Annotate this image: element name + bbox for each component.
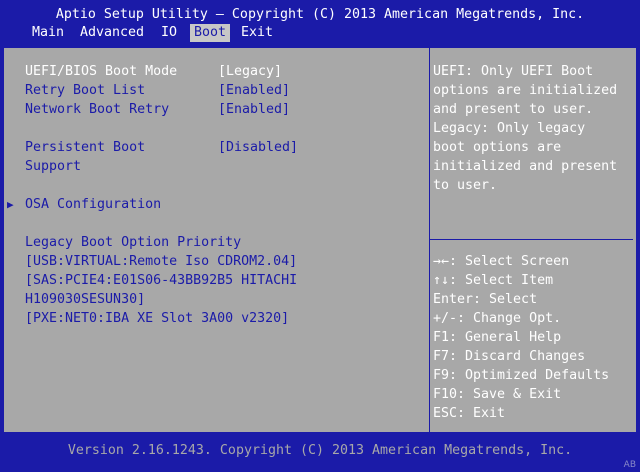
help-text-line: and present to user. bbox=[433, 102, 594, 117]
key-help-select-screen: →←: Select Screen bbox=[433, 254, 570, 269]
help-text-line: options are initialized bbox=[433, 83, 618, 98]
key-help-change-opt: +/-: Change Opt. bbox=[433, 311, 562, 326]
help-text-line: to user. bbox=[433, 178, 498, 193]
help-text-line: Legacy: Only legacy bbox=[433, 121, 586, 136]
osa-configuration-link[interactable]: OSA Configuration bbox=[25, 195, 161, 214]
uefi-bios-boot-mode-label[interactable]: UEFI/BIOS Boot Mode bbox=[25, 62, 177, 81]
retry-boot-list-value[interactable]: [Enabled] bbox=[218, 81, 290, 100]
setup-panel: UEFI/BIOS Boot Mode [Legacy] Retry Boot … bbox=[4, 48, 636, 432]
network-boot-retry-value[interactable]: [Enabled] bbox=[218, 100, 290, 119]
version-footer: Version 2.16.1243. Copyright (C) 2013 Am… bbox=[67, 443, 573, 458]
menu-main[interactable]: Main bbox=[32, 24, 64, 42]
network-boot-retry-label[interactable]: Network Boot Retry bbox=[25, 100, 169, 119]
persistent-boot-label[interactable]: Persistent Boot bbox=[25, 138, 145, 157]
help-text-line: UEFI: Only UEFI Boot bbox=[433, 64, 594, 79]
help-text-line: boot options are bbox=[433, 140, 562, 155]
key-help-f1: F1: General Help bbox=[433, 330, 562, 345]
key-help-enter: Enter: Select bbox=[433, 292, 538, 307]
key-help-f10: F10: Save & Exit bbox=[433, 387, 562, 402]
menu-io[interactable]: IO bbox=[161, 24, 177, 42]
menu-boot[interactable]: Boot bbox=[190, 24, 231, 42]
persistent-boot-value[interactable]: [Disabled] bbox=[218, 138, 298, 157]
menu-exit[interactable]: Exit bbox=[241, 24, 273, 42]
legacy-boot-option[interactable]: [SAS:PCIE4:E01S06-43BB92B5 HITACHI bbox=[25, 271, 297, 290]
uefi-bios-boot-mode-value[interactable]: [Legacy] bbox=[218, 62, 282, 81]
menu-bar: Main Advanced IO Boot Exit bbox=[0, 24, 640, 42]
panel-divider bbox=[429, 48, 430, 432]
key-help-esc: ESC: Exit bbox=[433, 406, 506, 421]
legacy-priority-heading: Legacy Boot Option Priority bbox=[25, 235, 242, 250]
menu-advanced[interactable]: Advanced bbox=[80, 24, 144, 42]
help-divider bbox=[430, 239, 633, 240]
retry-boot-list-label[interactable]: Retry Boot List bbox=[25, 81, 145, 100]
submenu-arrow-icon: ▶ bbox=[7, 198, 14, 211]
legacy-boot-option[interactable]: [USB:VIRTUAL:Remote Iso CDROM2.04] bbox=[25, 252, 297, 271]
key-help-f9: F9: Optimized Defaults bbox=[433, 368, 610, 383]
legacy-boot-option-cont[interactable]: H109030SESUN30] bbox=[25, 290, 145, 309]
persistent-boot-label-line2[interactable]: Support bbox=[25, 157, 81, 176]
help-text-line: initialized and present bbox=[433, 159, 618, 174]
legacy-boot-option[interactable]: [PXE:NET0:IBA XE Slot 3A00 v2320] bbox=[25, 309, 289, 328]
corner-badge: AB bbox=[623, 460, 636, 470]
key-help-select-item: ↑↓: Select Item bbox=[433, 273, 554, 288]
key-help-f7: F7: Discard Changes bbox=[433, 349, 586, 364]
window-title: Aptio Setup Utility – Copyright (C) 2013… bbox=[55, 7, 585, 22]
